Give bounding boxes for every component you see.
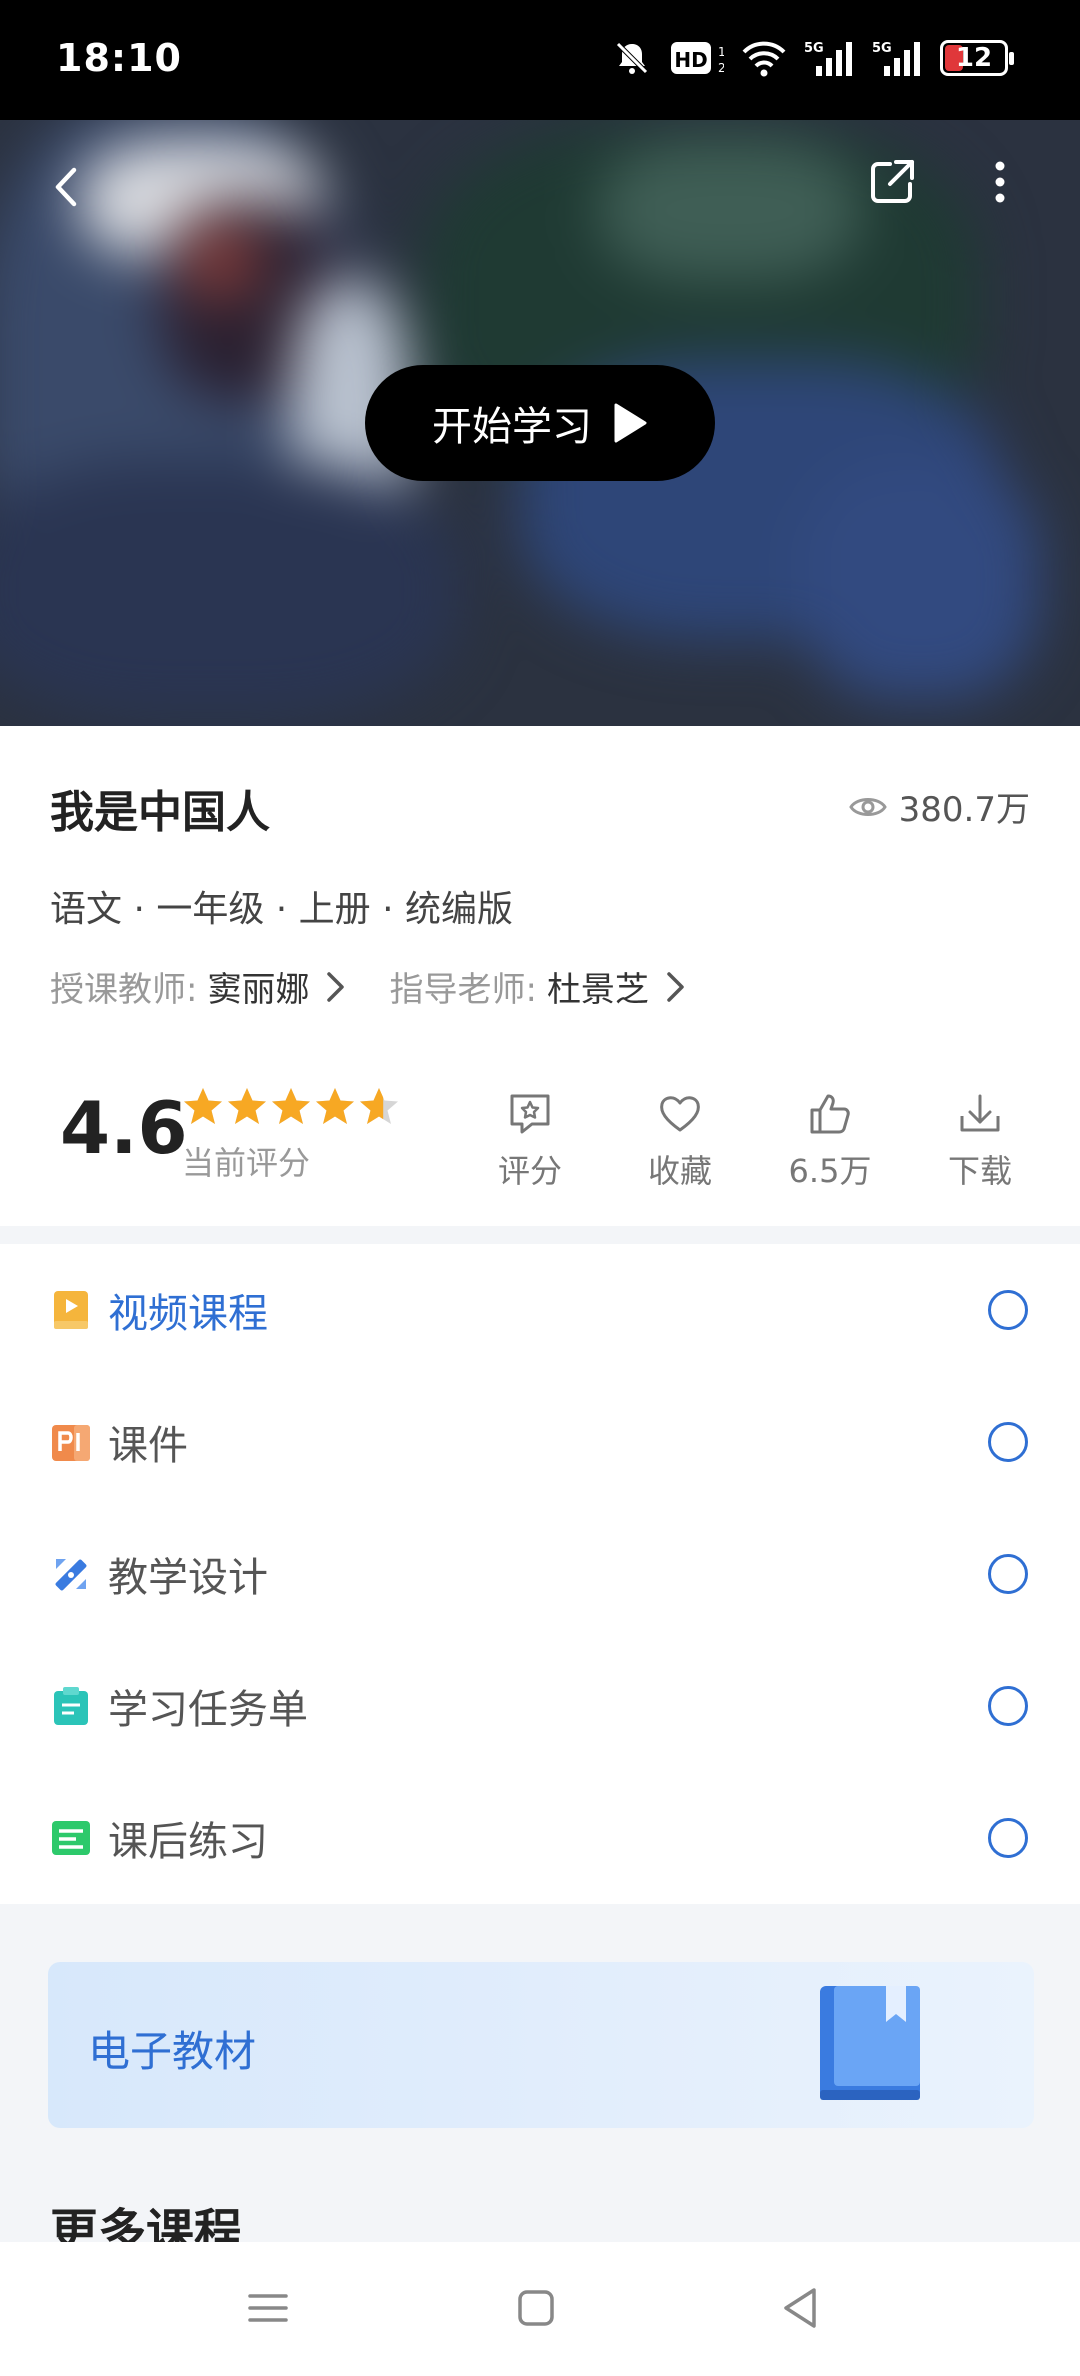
section-divider <box>0 1226 1080 1244</box>
share-button[interactable] <box>866 156 918 208</box>
star-icon <box>184 1088 222 1124</box>
home-square-icon <box>518 2290 554 2326</box>
hd-icon: HD 1 2 <box>670 38 724 78</box>
ebook-label: 电子教材 <box>88 2027 257 2076</box>
resource-label: 课件 <box>108 1423 188 1469</box>
download-button[interactable]: 下载 <box>920 1090 1040 1192</box>
teacher-label: 授课教师: <box>50 970 198 1010</box>
star-icon <box>228 1088 266 1124</box>
view-count: 380.7万 <box>848 782 1030 831</box>
rate-icon <box>510 1094 550 1134</box>
chevron-right-icon[interactable] <box>325 970 347 1004</box>
radio-button[interactable] <box>988 1422 1028 1462</box>
ebook-banner[interactable]: 电子教材 <box>48 1962 1034 2128</box>
rating-score: 4.6 <box>60 1086 188 1170</box>
radio-button[interactable] <box>988 1686 1028 1726</box>
star-icon <box>360 1088 398 1124</box>
rate-label: 评分 <box>497 1152 562 1190</box>
back-nav-button[interactable] <box>770 2278 830 2338</box>
svg-text:5G: 5G <box>804 41 824 56</box>
resource-item-courseware[interactable]: 课件 <box>0 1376 1080 1508</box>
play-icon <box>614 403 647 443</box>
system-nav-bar <box>0 2242 1080 2376</box>
menu-icon <box>248 2294 288 2322</box>
download-icon <box>960 1094 1000 1132</box>
battery-icon: 12 <box>940 40 1014 76</box>
start-learning-button[interactable]: 开始学习 <box>365 365 715 481</box>
favorite-button[interactable]: 收藏 <box>620 1090 740 1192</box>
wifi-icon <box>742 38 786 78</box>
resource-list: 视频课程 课件 教学设计 学习任务单 课后练习 <box>0 1244 1080 1904</box>
status-bar: 18:10 HD 1 2 5G 5G 12 <box>0 0 1080 120</box>
heart-icon <box>660 1096 700 1132</box>
like-count: 6.5万 <box>788 1152 872 1190</box>
radio-button[interactable] <box>988 1290 1028 1330</box>
teacher-row: 授课教师: 窦丽娜 指导老师: 杜景芝 <box>50 962 729 1011</box>
status-time: 18:10 <box>56 36 182 80</box>
signal-5g-icon: 5G <box>872 38 922 78</box>
resource-label: 视频课程 <box>108 1291 268 1337</box>
teaching-design-icon <box>50 1553 92 1595</box>
exercise-icon <box>50 1817 92 1859</box>
chevron-right-icon[interactable] <box>665 970 687 1004</box>
advisor-name[interactable]: 杜景芝 <box>547 962 649 1011</box>
svg-text:HD: HD <box>674 48 707 72</box>
svg-text:2: 2 <box>718 61 724 75</box>
radio-button[interactable] <box>988 1554 1028 1594</box>
resource-item-exercise[interactable]: 课后练习 <box>0 1772 1080 1904</box>
more-vertical-icon <box>995 161 1005 203</box>
battery-level: 12 <box>955 43 993 73</box>
rate-button[interactable]: 评分 <box>470 1090 590 1192</box>
status-icons: HD 1 2 5G 5G 12 <box>612 36 1014 80</box>
task-sheet-icon <box>50 1685 92 1727</box>
rating-label: 当前评分 <box>182 1144 311 1182</box>
radio-button[interactable] <box>988 1818 1028 1858</box>
download-label: 下载 <box>947 1152 1012 1190</box>
course-subject-line: 语文 · 一年级 · 上册 · 统编版 <box>50 889 513 930</box>
svg-text:5G: 5G <box>872 41 892 56</box>
home-nav-button[interactable] <box>506 2278 566 2338</box>
resource-label: 学习任务单 <box>108 1687 308 1733</box>
resource-item-video-course[interactable]: 视频课程 <box>0 1244 1080 1376</box>
share-icon <box>871 160 914 203</box>
rating-row: 4.6 当前评分 评分 收藏 6.5万 下载 <box>0 1066 1080 1196</box>
more-options-button[interactable] <box>980 156 1020 208</box>
back-button[interactable] <box>42 162 92 212</box>
course-info: 我是中国人 380.7万 语文 · 一年级 · 上册 · 统编版 授课教师: 窦… <box>0 726 1080 1226</box>
signal-5g-icon: 5G <box>804 38 854 78</box>
video-player[interactable]: 开始学习 <box>0 120 1080 726</box>
favorite-label: 收藏 <box>647 1152 712 1190</box>
chevron-left-icon <box>55 167 77 207</box>
resource-item-task-sheet[interactable]: 学习任务单 <box>0 1640 1080 1772</box>
svg-text:1: 1 <box>718 45 724 59</box>
book-icon <box>820 1986 920 2100</box>
eye-icon <box>848 797 887 816</box>
thumbs-up-icon <box>810 1094 850 1134</box>
view-count-value: 380.7万 <box>898 790 1030 830</box>
back-triangle-icon <box>784 2288 816 2328</box>
video-course-icon <box>50 1289 92 1331</box>
star-icon <box>316 1088 354 1124</box>
resource-label: 课后练习 <box>108 1819 268 1865</box>
star-icon <box>272 1088 310 1124</box>
teacher-name[interactable]: 窦丽娜 <box>207 962 309 1011</box>
advisor-label: 指导老师: <box>389 970 537 1010</box>
resource-item-teaching-design[interactable]: 教学设计 <box>0 1508 1080 1640</box>
like-button[interactable]: 6.5万 <box>770 1090 890 1192</box>
start-learning-label: 开始学习 <box>432 404 592 450</box>
menu-nav-button[interactable] <box>238 2278 298 2338</box>
resource-label: 教学设计 <box>108 1555 268 1601</box>
rating-stars <box>182 1086 400 1126</box>
courseware-icon <box>50 1421 92 1463</box>
course-title: 我是中国人 <box>50 787 270 838</box>
mute-icon <box>612 38 652 78</box>
